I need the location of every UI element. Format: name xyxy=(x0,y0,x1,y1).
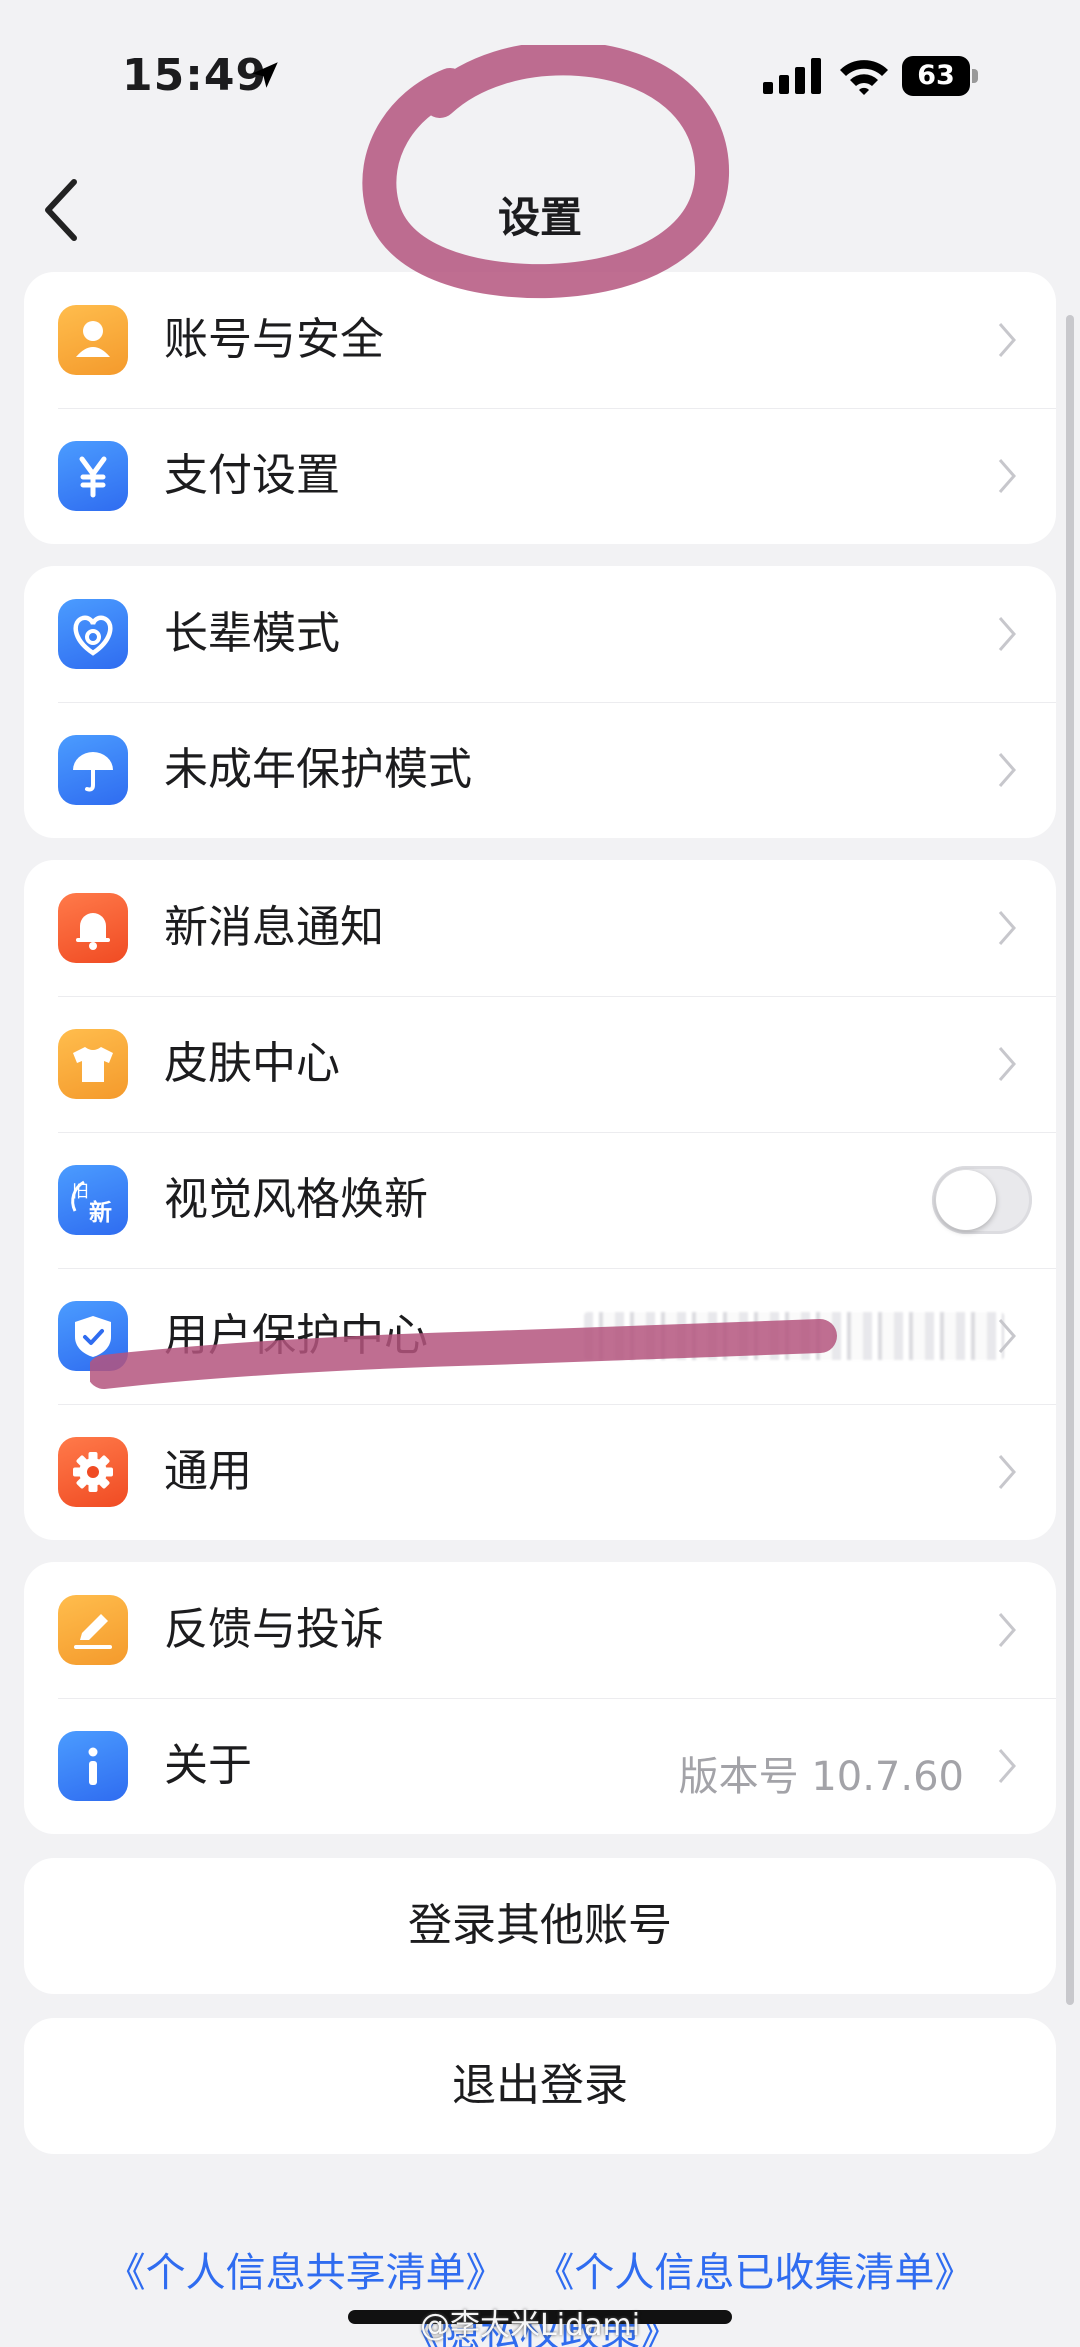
battery-cap xyxy=(972,69,978,83)
settings-item-about[interactable]: 关于 版本号 10.7.60 xyxy=(24,1698,1056,1834)
shirt-icon xyxy=(58,1029,128,1099)
icon-text-new: 新 xyxy=(89,1199,112,1226)
bell-icon xyxy=(58,893,128,963)
new-style-icon: 旧 新 xyxy=(58,1165,128,1235)
chevron-right-icon xyxy=(998,911,1016,945)
toggle-knob xyxy=(936,1170,996,1230)
user-icon xyxy=(58,305,128,375)
chevron-right-icon xyxy=(998,1613,1016,1647)
blurred-value xyxy=(584,1312,1004,1360)
gear-icon xyxy=(58,1437,128,1507)
settings-item-label: 账号与安全 xyxy=(164,314,384,365)
icon-text-old: 旧 xyxy=(72,1182,89,1202)
visual-style-toggle[interactable] xyxy=(932,1166,1032,1234)
settings-item-label: 支付设置 xyxy=(164,450,340,501)
settings-item-elder-mode[interactable]: 长辈模式 xyxy=(24,566,1056,702)
cellular-signal-icon xyxy=(763,58,821,94)
settings-item-feedback[interactable]: 反馈与投诉 xyxy=(24,1562,1056,1698)
info-icon xyxy=(58,1731,128,1801)
location-arrow-icon xyxy=(252,62,278,88)
settings-item-minor-protection[interactable]: 未成年保护模式 xyxy=(24,702,1056,838)
version-value: 版本号 10.7.60 xyxy=(678,1754,964,1800)
page-title: 设置 xyxy=(497,193,582,242)
chevron-right-icon xyxy=(998,1455,1016,1489)
settings-item-visual-style: 旧 新 视觉风格焕新 xyxy=(24,1132,1056,1268)
chevron-right-icon xyxy=(998,753,1016,787)
settings-group-general: 新消息通知 皮肤中心 旧 新 视觉风格焕新 用户保护中心 通用 xyxy=(24,860,1056,1540)
settings-screen: 15:49 63 设置 账号与安全 支付设置 长辈模式 未成年保护模式 新消息通… xyxy=(0,0,1080,2347)
yen-icon xyxy=(58,441,128,511)
settings-item-skin-center[interactable]: 皮肤中心 xyxy=(24,996,1056,1132)
settings-item-user-protection[interactable]: 用户保护中心 xyxy=(24,1268,1056,1404)
heart-icon xyxy=(58,599,128,669)
settings-item-label: 关于 xyxy=(164,1740,252,1791)
settings-item-label: 新消息通知 xyxy=(164,902,384,953)
settings-item-notifications[interactable]: 新消息通知 xyxy=(24,860,1056,996)
settings-group-support: 反馈与投诉 关于 版本号 10.7.60 xyxy=(24,1562,1056,1834)
settings-item-account-security[interactable]: 账号与安全 xyxy=(24,272,1056,408)
footer-links: 《个人信息共享清单》 《个人信息已收集清单》 xyxy=(0,2240,1080,2298)
scrollbar[interactable] xyxy=(1066,315,1074,2005)
settings-item-label: 通用 xyxy=(164,1446,252,1497)
settings-item-label: 皮肤中心 xyxy=(164,1038,340,1089)
settings-item-payment[interactable]: 支付设置 xyxy=(24,408,1056,544)
settings-item-label: 视觉风格焕新 xyxy=(164,1174,428,1225)
chevron-right-icon xyxy=(998,323,1016,357)
personal-info-share-link[interactable]: 《个人信息共享清单》 xyxy=(106,2250,506,2296)
chevron-right-icon xyxy=(998,459,1016,493)
edit-icon xyxy=(58,1595,128,1665)
chevron-right-icon xyxy=(998,1749,1016,1783)
logout-button[interactable]: 退出登录 xyxy=(24,2018,1056,2154)
settings-item-label: 反馈与投诉 xyxy=(164,1604,384,1655)
wifi-icon xyxy=(840,60,888,95)
status-time: 15:49 xyxy=(122,50,268,101)
personal-info-collected-link[interactable]: 《个人信息已收集清单》 xyxy=(534,2250,974,2296)
shield-icon xyxy=(58,1301,128,1371)
switch-account-button[interactable]: 登录其他账号 xyxy=(24,1858,1056,1994)
umbrella-icon xyxy=(58,735,128,805)
settings-item-general[interactable]: 通用 xyxy=(24,1404,1056,1540)
settings-item-label: 用户保护中心 xyxy=(164,1310,428,1361)
watermark: @李大米Lidami xyxy=(420,2308,641,2343)
chevron-right-icon xyxy=(998,617,1016,651)
battery-indicator: 63 xyxy=(902,56,978,96)
settings-item-label: 未成年保护模式 xyxy=(164,744,472,795)
settings-group-modes: 长辈模式 未成年保护模式 xyxy=(24,566,1056,838)
settings-group-account: 账号与安全 支付设置 xyxy=(24,272,1056,544)
settings-item-label: 长辈模式 xyxy=(164,608,340,659)
battery-level: 63 xyxy=(902,56,970,96)
chevron-right-icon xyxy=(998,1047,1016,1081)
chevron-right-icon xyxy=(998,1319,1016,1353)
status-bar: 15:49 63 xyxy=(0,0,1080,150)
navigation-bar: 设置 xyxy=(0,150,1080,270)
